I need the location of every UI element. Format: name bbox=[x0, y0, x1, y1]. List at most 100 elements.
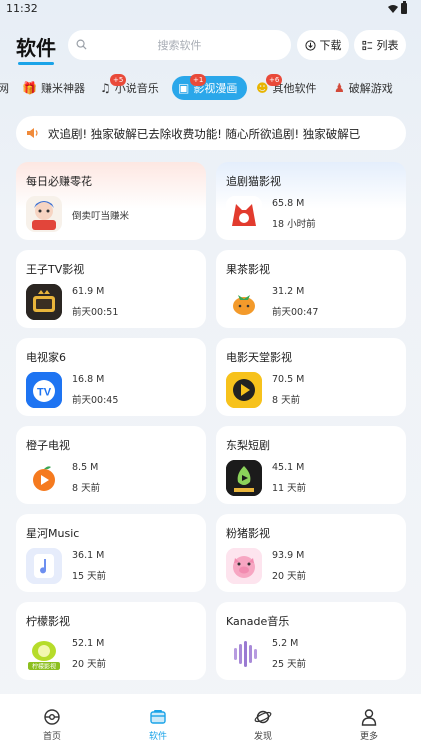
download-label: 下载 bbox=[319, 39, 342, 52]
app-card[interactable]: 星河Music 36.1 M 15 天前 bbox=[16, 514, 206, 592]
app-size: 36.1 M bbox=[72, 550, 105, 561]
category-tabs: 网 🎁 赚米神器 ♫ 小说音乐 +5 ▣ 影视漫画 +1 ☻ 其他软件 +6 ♟… bbox=[0, 74, 421, 102]
app-card[interactable]: 每日必赚零花 倒卖叮当赚米 bbox=[16, 162, 206, 240]
app-card[interactable]: 东梨短剧 45.1 M 11 天前 bbox=[216, 426, 406, 504]
comic-girl-icon bbox=[26, 196, 62, 232]
notice-banner[interactable]: 欢追剧! 独家破解已去除收费功能! 随心所欲追剧! 独家破解已 bbox=[16, 116, 406, 150]
music-note-card-icon bbox=[26, 548, 62, 584]
app-card[interactable]: 果茶影视 31.2 M 前天00:47 bbox=[216, 250, 406, 328]
app-card[interactable]: 电视家6 TV 16.8 M 前天00:45 bbox=[16, 338, 206, 416]
app-size: 8.5 M bbox=[72, 462, 99, 473]
lemon-icon: 柠檬影视 bbox=[26, 636, 62, 672]
tab-badge: +5 bbox=[110, 74, 127, 86]
sound-wave-icon bbox=[226, 636, 262, 672]
app-size: 16.8 M bbox=[72, 374, 105, 385]
home-ball-icon bbox=[44, 709, 60, 725]
nav-software-label: 软件 bbox=[148, 732, 167, 742]
app-card[interactable]: 橙子电视 8.5 M 8 天前 bbox=[16, 426, 206, 504]
app-card[interactable]: 追剧猫影视 65.8 M 18 小时前 bbox=[216, 162, 406, 240]
app-card[interactable]: 电影天堂影视 70.5 M 8 天前 bbox=[216, 338, 406, 416]
orange-play-icon bbox=[26, 460, 62, 496]
status-time: 11:32 bbox=[6, 2, 38, 15]
app-name: 电视家6 bbox=[26, 351, 66, 364]
wifi-icon bbox=[388, 4, 398, 13]
app-size: 45.1 M bbox=[272, 462, 305, 473]
app-name: 王子TV影视 bbox=[26, 263, 85, 276]
app-name: 粉猪影视 bbox=[226, 527, 270, 540]
app-card[interactable]: 柠檬影视 柠檬影视 52.1 M 20 天前 bbox=[16, 602, 206, 680]
pink-pig-icon bbox=[226, 548, 262, 584]
app-card[interactable]: 王子TV影视 61.9 M 前天00:51 bbox=[16, 250, 206, 328]
app-size: 70.5 M bbox=[272, 374, 305, 385]
nav-discover-label: 发现 bbox=[253, 732, 272, 742]
download-button[interactable]: 下载 bbox=[297, 30, 349, 60]
software-box-icon bbox=[150, 710, 166, 724]
app-updated: 15 天前 bbox=[72, 571, 107, 582]
app-size: 52.1 M bbox=[72, 638, 105, 649]
page-title: 软件 bbox=[16, 32, 56, 65]
search-placeholder: 搜索软件 bbox=[157, 39, 202, 52]
person-icon bbox=[361, 709, 377, 726]
app-updated: 25 天前 bbox=[272, 659, 307, 670]
nav-more-label: 更多 bbox=[359, 732, 378, 742]
app-name: 追剧猫影视 bbox=[226, 175, 281, 188]
crowned-tv-icon bbox=[26, 284, 62, 320]
app-name: 果茶影视 bbox=[226, 263, 270, 276]
app-card[interactable]: Kanade音乐 5.2 M 25 天前 bbox=[216, 602, 406, 680]
app-updated: 前天00:51 bbox=[72, 307, 119, 318]
nav-software[interactable]: 软件 bbox=[128, 708, 188, 742]
app-updated: 8 天前 bbox=[72, 483, 101, 494]
pear-drama-icon bbox=[226, 460, 262, 496]
tab-novel-music[interactable]: ♫ 小说音乐 +5 bbox=[100, 74, 159, 100]
speaker-icon bbox=[27, 128, 38, 138]
music-note-icon: ♫ bbox=[100, 81, 111, 95]
app-card[interactable]: 粉猪影视 93.9 M 20 天前 bbox=[216, 514, 406, 592]
app-updated: 20 天前 bbox=[72, 659, 107, 670]
search-icon bbox=[76, 39, 87, 50]
tab-games[interactable]: ♟ 破解游戏 bbox=[334, 76, 393, 100]
search-input[interactable]: 搜索软件 bbox=[68, 30, 291, 60]
nav-discover[interactable]: 发现 bbox=[233, 708, 293, 742]
status-bar: 11:32 bbox=[0, 0, 421, 20]
app-size: 61.9 M bbox=[72, 286, 105, 297]
nav-home-label: 首页 bbox=[42, 732, 61, 742]
app-size: 5.2 M bbox=[272, 638, 299, 649]
tab-video-comic[interactable]: ▣ 影视漫画 +1 bbox=[172, 74, 248, 100]
tab-web[interactable]: 网 bbox=[0, 76, 9, 100]
cat-logo-icon bbox=[226, 196, 262, 232]
nav-more[interactable]: 更多 bbox=[339, 708, 399, 742]
app-size: 93.9 M bbox=[272, 550, 305, 561]
svg-text:TV: TV bbox=[37, 387, 52, 399]
app-updated: 8 天前 bbox=[272, 395, 301, 406]
app-name: 电影天堂影视 bbox=[226, 351, 292, 364]
lemon-icon-text: 柠檬影视 bbox=[32, 663, 56, 671]
planet-icon bbox=[254, 710, 272, 724]
bottom-nav: 首页 软件 发现 更多 bbox=[0, 694, 421, 749]
tab-other[interactable]: ☻ 其他软件 +6 bbox=[256, 74, 317, 100]
app-updated: 前天00:47 bbox=[272, 307, 319, 318]
tab-badge: +6 bbox=[266, 74, 283, 86]
play-clapper-icon bbox=[226, 372, 262, 408]
notice-text: 欢追剧! 独家破解已去除收费功能! 随心所欲追剧! 独家破解已 bbox=[48, 127, 361, 141]
app-name: 橙子电视 bbox=[26, 439, 70, 452]
joystick-icon: ♟ bbox=[334, 81, 345, 95]
battery-icon bbox=[401, 1, 407, 14]
app-updated: 11 天前 bbox=[272, 483, 307, 494]
tab-web-label: 网 bbox=[0, 82, 9, 95]
status-icons bbox=[388, 1, 407, 14]
download-icon bbox=[304, 39, 316, 51]
app-updated: 前天00:45 bbox=[72, 395, 119, 406]
tab-games-label: 破解游戏 bbox=[348, 82, 393, 95]
tab-badge: +1 bbox=[190, 74, 207, 86]
app-size: 31.2 M bbox=[272, 286, 305, 297]
tv-bubble-icon: TV bbox=[26, 372, 62, 408]
fruit-tea-icon bbox=[226, 284, 262, 320]
nav-home[interactable]: 首页 bbox=[22, 708, 82, 742]
tab-earn[interactable]: 🎁 赚米神器 bbox=[22, 76, 85, 100]
app-name: 星河Music bbox=[26, 527, 80, 540]
app-name: 每日必赚零花 bbox=[26, 175, 92, 188]
list-button[interactable]: 列表 bbox=[354, 30, 406, 60]
list-label: 列表 bbox=[376, 39, 399, 52]
app-name: 柠檬影视 bbox=[26, 615, 70, 628]
app-updated: 18 小时前 bbox=[272, 219, 316, 230]
